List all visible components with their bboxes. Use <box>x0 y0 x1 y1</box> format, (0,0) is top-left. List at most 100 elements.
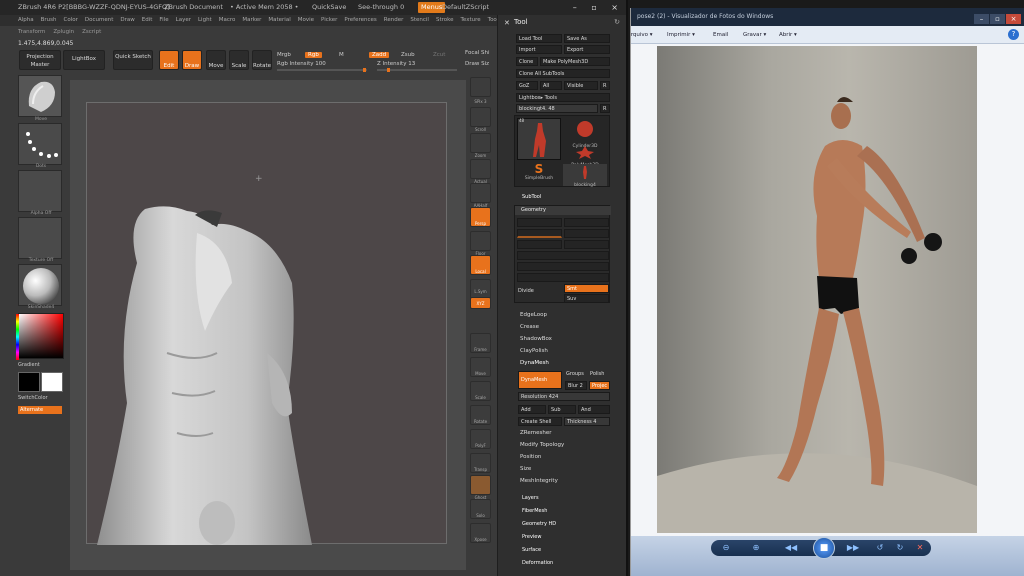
zsub-toggle[interactable]: Zsub <box>401 52 415 58</box>
menu-gravar[interactable]: Gravar ▾ <box>743 26 766 43</box>
color-picker[interactable] <box>16 313 64 360</box>
gradient-label[interactable]: Gradient <box>18 362 40 368</box>
palette-close-icon[interactable]: ✕ <box>504 19 510 27</box>
convert-bpr-button[interactable] <box>517 273 609 282</box>
help-icon[interactable]: ? <box>1008 29 1019 40</box>
menu-render[interactable]: Render <box>384 17 404 23</box>
rotate-left-icon[interactable]: ↺ <box>875 543 885 553</box>
del-higher-button[interactable] <box>564 240 609 249</box>
menu-stroke[interactable]: Stroke <box>436 17 454 23</box>
reconstruct-subdiv-button[interactable] <box>517 262 609 271</box>
move-button[interactable]: Move <box>206 50 226 70</box>
del-lower-button[interactable] <box>517 240 562 249</box>
size-section[interactable]: Size <box>520 466 531 472</box>
lightbox-tools-button[interactable]: Lightbox▸ Tools <box>516 93 610 102</box>
secondary-color-swatch[interactable] <box>41 372 63 392</box>
draw-size-slider[interactable]: Draw Siz <box>465 61 489 67</box>
menu-material[interactable]: Material <box>268 17 290 23</box>
menu-movie[interactable]: Movie <box>298 17 314 23</box>
menu-marker[interactable]: Marker <box>242 17 261 23</box>
delete-icon[interactable]: ✕ <box>915 543 925 553</box>
rgb-toggle[interactable]: Rgb <box>305 52 322 58</box>
default-zscript-button[interactable]: DefaultZScript <box>442 0 489 15</box>
claypolish-section[interactable]: ClayPolish <box>520 348 548 354</box>
slideshow-icon[interactable]: ■ <box>813 537 835 559</box>
dynamesh-button[interactable]: DynaMesh <box>518 371 562 389</box>
zoom-icon[interactable] <box>470 133 491 153</box>
menu-draw[interactable]: Draw <box>120 17 134 23</box>
groups-toggle[interactable]: Groups <box>566 371 584 377</box>
menu-light[interactable]: Light <box>198 17 212 23</box>
project-toggle[interactable]: Projec <box>589 381 610 390</box>
maximize-icon[interactable]: ▫ <box>990 14 1005 24</box>
suv-toggle[interactable]: Suv <box>564 294 609 303</box>
actual-icon[interactable] <box>470 159 491 179</box>
polymesh-thumbnail[interactable]: PolyMesh3D <box>563 144 607 168</box>
dynamesh-section[interactable]: DynaMesh <box>520 360 549 366</box>
menu-texture[interactable]: Texture <box>461 17 481 23</box>
z-intensity-track[interactable] <box>377 68 457 72</box>
menu-zplugin[interactable]: Zplugin <box>53 29 74 35</box>
rotate-right-icon[interactable]: ↻ <box>895 543 905 553</box>
polish-toggle[interactable]: Polish <box>590 371 604 377</box>
see-through-slider[interactable]: See-through 0 <box>358 0 404 15</box>
sdiv-slider[interactable] <box>517 229 562 238</box>
photo-stage[interactable] <box>631 44 1024 544</box>
goz-r-button[interactable]: R <box>600 81 610 90</box>
quicksave-button[interactable]: QuickSave <box>312 0 346 15</box>
next-icon[interactable]: ▶▶ <box>845 543 861 553</box>
higher-res-button[interactable] <box>564 218 609 227</box>
menu-imprimir[interactable]: Imprimir ▾ <box>667 26 695 43</box>
previous-icon[interactable]: ◀◀ <box>783 543 799 553</box>
stroke-thumbnail[interactable] <box>18 123 62 165</box>
thickness-slider[interactable]: Thickness 4 <box>564 417 610 426</box>
aahalf-icon[interactable] <box>470 183 491 203</box>
minimize-icon[interactable]: – <box>974 14 989 24</box>
simplebrush-thumbnail[interactable]: S SimpleBrush <box>517 162 561 186</box>
sub-button[interactable]: Sub <box>548 405 576 414</box>
scale-button[interactable]: Scale <box>229 50 249 70</box>
preview-section[interactable]: Preview <box>522 534 541 540</box>
rgb-intensity-track[interactable] <box>277 68 367 72</box>
menu-email[interactable]: Email <box>713 26 728 43</box>
alternate-button[interactable]: Alternate <box>18 406 62 414</box>
rotate-button[interactable]: Rotate <box>252 50 272 70</box>
clone-button[interactable]: Clone <box>516 57 538 66</box>
make-polymesh-button[interactable]: Make PolyMesh3D <box>540 57 610 66</box>
spix-button[interactable] <box>470 77 491 97</box>
mrgb-toggle[interactable]: Mrgb <box>277 52 291 58</box>
cage-button[interactable] <box>564 229 609 238</box>
fibermesh-section[interactable]: FiberMesh <box>522 508 547 514</box>
position-section[interactable]: Position <box>520 454 541 460</box>
scroll-hand-icon[interactable] <box>470 107 491 127</box>
m-toggle[interactable]: M <box>339 52 344 58</box>
surface-section[interactable]: Surface <box>522 547 541 553</box>
blocking-thumbnail[interactable]: blocking4 <box>563 164 607 188</box>
meshintegrity-section[interactable]: MeshIntegrity <box>520 478 558 484</box>
goz-all-button[interactable]: All <box>540 81 562 90</box>
current-tool-slider[interactable]: blockingt4. 48 <box>516 104 598 113</box>
edit-button[interactable]: Edit <box>159 50 179 70</box>
deformation-section[interactable]: Deformation <box>522 560 553 566</box>
rgb-intensity-slider[interactable]: Rgb Intensity 100 <box>277 61 326 67</box>
texture-thumbnail[interactable] <box>18 217 62 259</box>
save-as-button[interactable]: Save As <box>564 34 610 43</box>
menu-document[interactable]: Document <box>85 17 114 23</box>
ghost-icon[interactable] <box>470 475 491 495</box>
menu-edit[interactable]: Edit <box>142 17 153 23</box>
clone-all-subtools-button[interactable]: Clone All SubTools <box>516 69 610 78</box>
main-color-swatch[interactable] <box>18 372 40 392</box>
switch-color-button[interactable]: SwitchColor <box>18 395 48 401</box>
lightbox-button[interactable]: LightBox <box>63 50 105 70</box>
blur-slider[interactable]: Blur 2 <box>565 381 587 390</box>
canvas-area[interactable]: + <box>70 80 466 570</box>
brush-thumbnail[interactable] <box>18 75 62 117</box>
menu-abrir[interactable]: Abrir ▾ <box>779 26 797 43</box>
resolution-slider[interactable]: Resolution 424 <box>518 392 610 401</box>
zremesher-section[interactable]: ZRemesher <box>520 430 551 436</box>
menu-macro[interactable]: Macro <box>219 17 236 23</box>
zadd-toggle[interactable]: Zadd <box>369 52 390 58</box>
menu-zscript[interactable]: Zscript <box>82 29 101 35</box>
menu-arquivo[interactable]: Arquivo ▾ <box>631 26 653 43</box>
active-tool-thumbnail[interactable] <box>517 118 561 160</box>
